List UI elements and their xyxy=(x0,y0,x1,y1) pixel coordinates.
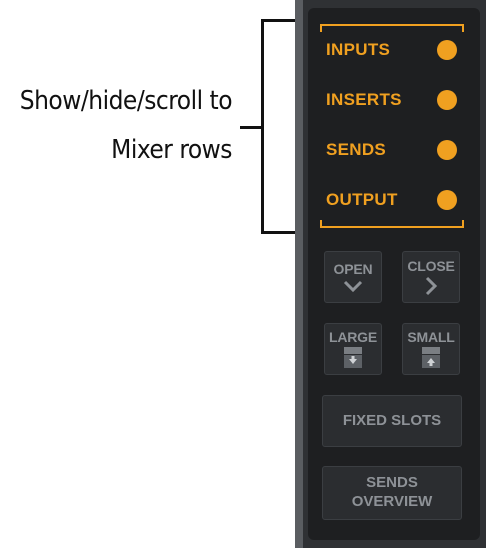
small-button[interactable]: SMALL xyxy=(402,323,460,375)
large-button-label: LARGE xyxy=(328,329,377,345)
row-toggle-inputs[interactable]: INPUTS xyxy=(326,32,462,68)
row-label-inputs: INPUTS xyxy=(326,40,391,59)
close-button-label: CLOSE xyxy=(407,258,455,274)
row-indicator-dot xyxy=(437,90,457,110)
open-button[interactable]: OPEN xyxy=(324,251,382,303)
row-toggle-output[interactable]: OUTPUT xyxy=(326,182,462,218)
row-toggle-sends[interactable]: SENDS xyxy=(326,132,462,168)
open-button-label: OPEN xyxy=(333,261,373,277)
fixed-slots-label: FIXED SLOTS xyxy=(342,411,442,429)
chevron-right-icon xyxy=(425,276,438,296)
sends-overview-label-line1: SENDS xyxy=(366,474,418,492)
annotation-text-line2: Mixer rows xyxy=(111,135,232,165)
small-button-label: SMALL xyxy=(407,329,455,345)
row-label-sends: SENDS xyxy=(326,140,387,159)
expand-down-icon xyxy=(344,347,362,368)
sends-overview-button[interactable]: SENDS OVERVIEW xyxy=(322,466,462,520)
row-label-output: OUTPUT xyxy=(326,190,398,209)
row-indicator-dot xyxy=(437,190,457,210)
row-indicator-dot xyxy=(437,40,457,60)
row-indicator-dot xyxy=(437,140,457,160)
collapse-up-icon xyxy=(422,347,440,368)
large-button[interactable]: LARGE xyxy=(324,323,382,375)
sends-overview-label-line2: OVERVIEW xyxy=(351,493,433,510)
fixed-slots-button[interactable]: FIXED SLOTS xyxy=(322,395,462,447)
row-toggle-inserts[interactable]: INSERTS xyxy=(326,82,462,118)
close-button[interactable]: CLOSE xyxy=(402,251,460,303)
chevron-down-icon xyxy=(343,280,363,293)
row-label-inserts: INSERTS xyxy=(326,90,402,109)
annotation-text-line1: Show/hide/scroll to xyxy=(19,86,233,116)
